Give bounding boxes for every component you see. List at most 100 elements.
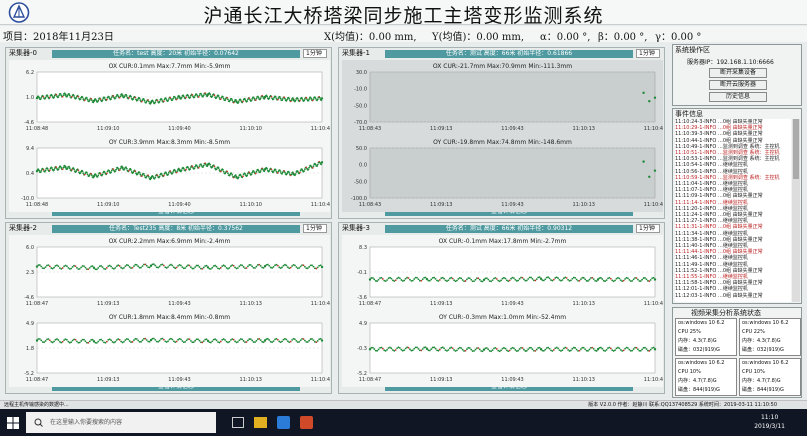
data-point (557, 347, 559, 350)
data-point (110, 171, 112, 174)
data-point (176, 170, 179, 172)
file-explorer-icon[interactable] (254, 417, 267, 428)
windows-start-icon[interactable] (7, 417, 19, 429)
chart-oy-1: OY CUR:-19.8mm Max:74.8mm Min:-148.6mm 50… (342, 136, 663, 212)
data-point (460, 277, 463, 280)
app-icon[interactable] (300, 416, 313, 429)
data-point (53, 96, 55, 99)
y-tick-label: 6.0 (26, 245, 34, 251)
data-point (510, 347, 512, 350)
interval-select[interactable]: 1分钟 (303, 49, 327, 58)
chart-title: OY CUR:1.8mm Max:8.4mm Min:-0.8mm (109, 314, 230, 321)
data-point (518, 277, 521, 280)
data-point (376, 280, 379, 282)
taskbar-search[interactable]: 在这里输入你要搜索的内容 (26, 412, 216, 433)
x-tick-label: 11:09:43 (168, 377, 190, 383)
data-point (628, 348, 631, 351)
data-point (194, 339, 197, 342)
data-point (44, 266, 47, 268)
data-point (114, 97, 117, 100)
data-point (125, 167, 128, 170)
data-point (315, 341, 318, 344)
data-point (90, 97, 93, 100)
data-point (320, 163, 323, 166)
data-point (42, 95, 45, 98)
data-point (87, 268, 90, 271)
data-point (35, 339, 39, 342)
status-mem: 内存：4.7(7.8)G (742, 378, 781, 384)
status-os: os:windows 10 6.2 (742, 360, 789, 366)
history-button[interactable]: 历史信息 (709, 92, 767, 102)
data-point (295, 339, 298, 342)
data-point (530, 276, 532, 279)
data-point (409, 278, 411, 281)
interval-select[interactable]: 1分钟 (636, 49, 660, 58)
data-point (175, 340, 178, 343)
data-point (637, 348, 639, 351)
status-bar: 远程主机传输感染的数据中... 版本 V2.0.0 作者：赵静川 联系:QQ13… (0, 400, 807, 409)
x-tick-label: 11:09:40 (168, 202, 190, 208)
data-point (641, 278, 644, 281)
disconnect-collector-button[interactable]: 断开采集设备 (709, 68, 767, 78)
data-point (193, 167, 196, 170)
system-clock: 11:10 2019/3/11 (754, 413, 785, 431)
data-point (301, 97, 303, 100)
task-info-bar: 任务名：test 高度：20米 初始半径：0.07642 (52, 50, 300, 58)
data-point (547, 346, 550, 349)
data-point (285, 264, 288, 267)
data-point (421, 278, 424, 281)
data-point (304, 168, 306, 171)
x-tick-label: 11:09:43 (501, 126, 523, 132)
y-tick-label: 30.0 (356, 70, 367, 76)
interval-select[interactable]: 1分钟 (303, 224, 327, 233)
status-disk: 磁盘：844(919)G (742, 387, 784, 393)
data-point (237, 341, 239, 343)
y-tick-label: 9.4 (26, 146, 34, 152)
data-point (228, 267, 231, 269)
data-point (565, 347, 568, 350)
event-line: 11:12:03-1-INFO …0组 由缺失量正常 (675, 292, 763, 299)
data-point (204, 93, 207, 96)
data-point (101, 173, 104, 176)
data-point (157, 266, 160, 269)
right-panel: 系统操作区 服务器IP：192.168.1.10:6666 断开采集设备 断开云… (672, 44, 802, 398)
event-list[interactable]: 11:10:24-3-INFO …0组 由缺失量正常 11:10:29-1-INF… (675, 119, 791, 302)
data-point (514, 278, 517, 281)
disconnect-cloud-button[interactable]: 断开云服务器 (709, 80, 767, 90)
data-point (319, 337, 322, 340)
event-scrollbar[interactable] (792, 119, 800, 302)
data-point (642, 91, 645, 95)
browser-icon[interactable] (277, 416, 290, 429)
data-point (239, 99, 242, 102)
data-point (584, 348, 587, 351)
data-point (407, 277, 410, 279)
data-point (595, 350, 598, 352)
data-point (119, 95, 122, 98)
chart-ox-0: OX CUR:0.1mm Max:7.7mm Min:-5.9mm6.21.0-… (9, 60, 330, 136)
data-point (456, 279, 458, 282)
data-point (234, 266, 236, 269)
data-point (214, 264, 217, 267)
data-point (209, 163, 212, 166)
x-tick-label: 11:10:48 (311, 202, 330, 208)
data-point (185, 339, 188, 342)
data-point (390, 347, 393, 350)
data-point (40, 265, 43, 268)
data-point (461, 348, 464, 351)
status-cpu: CPU 10% (678, 369, 701, 375)
data-point (595, 280, 598, 283)
data-point (478, 278, 481, 281)
data-point (517, 279, 520, 282)
x-tick-label: 11:10:47 (644, 301, 663, 307)
y-tick-label: 0.4 (26, 171, 34, 177)
data-point (180, 264, 182, 267)
task-view-icon[interactable] (232, 417, 244, 428)
data-point (232, 264, 235, 267)
data-point (246, 174, 249, 177)
data-point (304, 265, 306, 268)
data-point (518, 348, 521, 350)
interval-select[interactable]: 1分钟 (636, 224, 660, 233)
data-point (291, 339, 293, 341)
data-point (255, 265, 258, 268)
data-point (525, 349, 528, 352)
